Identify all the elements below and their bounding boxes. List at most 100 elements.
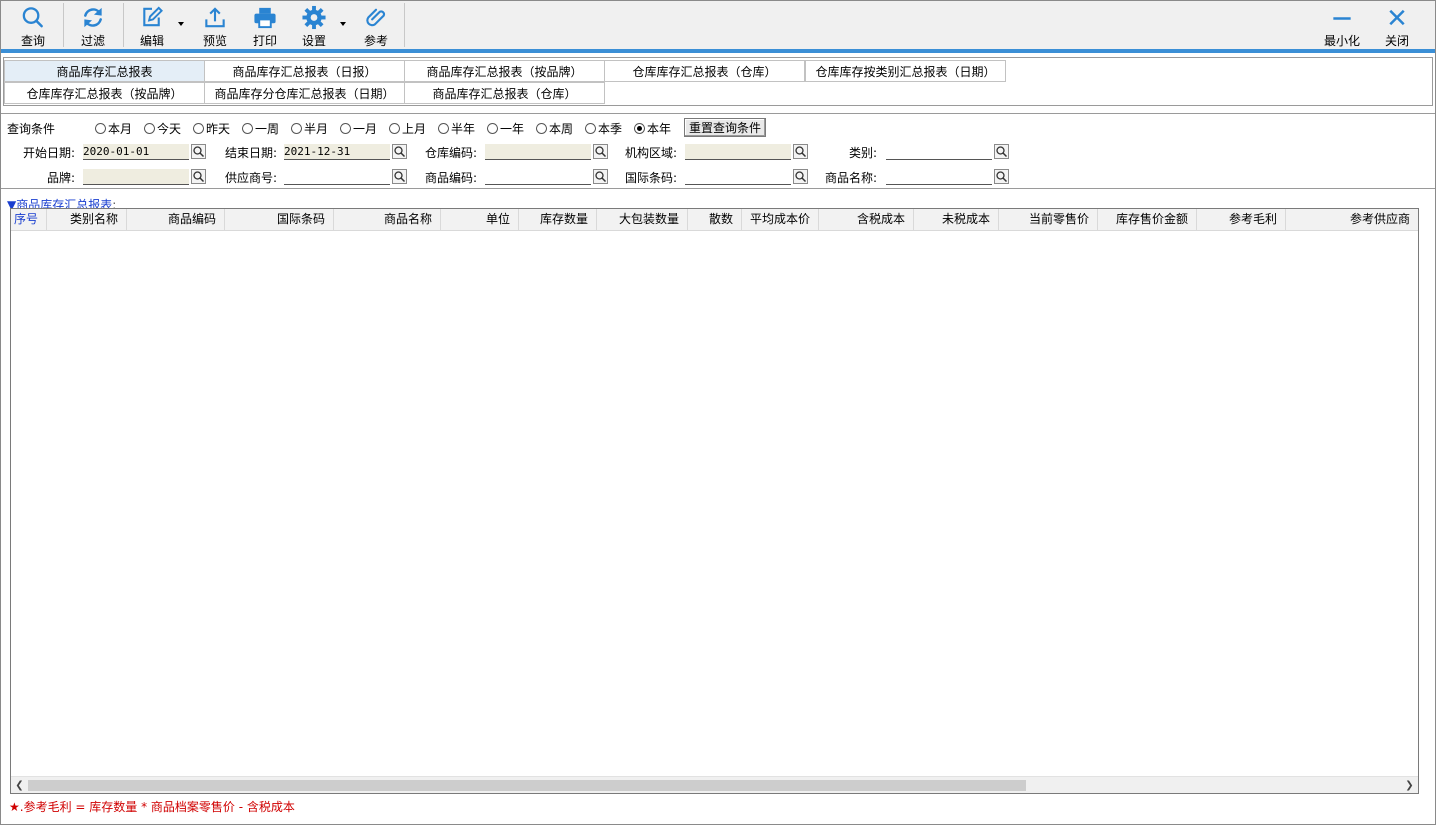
tab-warehouse-category-daily[interactable]: 仓库库存按类别汇总报表（日期） (805, 60, 1006, 82)
radio-this-quarter[interactable]: 本季 (585, 120, 622, 137)
start-date-field[interactable]: 2020-01-01 (83, 144, 189, 160)
col-header-ref-gross-profit[interactable]: 参考毛利 (1197, 209, 1286, 231)
radio-dot-selected[interactable] (634, 123, 645, 134)
radio-dot[interactable] (340, 123, 351, 134)
radio-one-month[interactable]: 一月 (340, 120, 377, 137)
edit-label: 编辑 (139, 34, 164, 48)
col-header-barcode[interactable]: 国际条码 (225, 209, 334, 231)
col-header-stock-qty[interactable]: 库存数量 (519, 209, 597, 231)
radio-dot[interactable] (242, 123, 253, 134)
tab-stock-summary-warehouse[interactable]: 商品库存汇总报表（仓库） (404, 82, 605, 104)
col-header-avg-cost[interactable]: 平均成本价 (742, 209, 819, 231)
edit-icon (143, 6, 163, 27)
radio-this-year[interactable]: 本年 (634, 120, 671, 137)
reset-query-button[interactable]: 重置查询条件 (684, 118, 766, 137)
col-header-unit[interactable]: 单位 (441, 209, 519, 231)
radio-dot[interactable] (438, 123, 449, 134)
supplier-no-lookup-button[interactable] (392, 169, 407, 184)
tab-stock-summary-brand[interactable]: 商品库存汇总报表（按品牌） (404, 60, 605, 82)
brand-field[interactable] (83, 169, 189, 185)
query-panel: 查询条件 本月 今天 昨天 一周 半月 一月 上月 半年 一年 本周 本季 本年… (1, 113, 1435, 189)
filter-button[interactable]: 过滤 (65, 1, 121, 49)
query-label: 查询 (20, 34, 45, 48)
end-date-lookup-button[interactable] (392, 144, 407, 159)
radio-one-week[interactable]: 一周 (242, 120, 279, 137)
tab-stock-summary[interactable]: 商品库存汇总报表 (4, 60, 205, 82)
col-header-pretax-cost[interactable]: 未税成本 (914, 209, 999, 231)
reference-button[interactable]: 参考 (351, 1, 401, 49)
category-lookup-button[interactable] (994, 144, 1009, 159)
tab-warehouse-brand[interactable]: 仓库库存汇总报表（按品牌） (4, 82, 205, 104)
warehouse-code-lookup-button[interactable] (593, 144, 608, 159)
barcode-lookup-button[interactable] (793, 169, 808, 184)
scroll-left-icon[interactable]: ❮ (11, 777, 28, 793)
radio-dot[interactable] (389, 123, 400, 134)
radio-dot[interactable] (585, 123, 596, 134)
horizontal-scrollbar[interactable]: ❮ ❯ (11, 776, 1418, 793)
tab-warehouse-summary[interactable]: 仓库库存汇总报表（仓库） (604, 60, 805, 82)
supplier-no-field[interactable] (284, 169, 390, 185)
settings-dropdown-caret[interactable] (340, 22, 346, 26)
barcode-field[interactable] (685, 169, 791, 185)
preview-label: 预览 (202, 34, 227, 48)
col-header-pack-qty[interactable]: 大包装数量 (597, 209, 688, 231)
radio-dot[interactable] (291, 123, 302, 134)
radio-this-week[interactable]: 本周 (536, 120, 573, 137)
radio-last-month[interactable]: 上月 (389, 120, 426, 137)
col-header-retail-price[interactable]: 当前零售价 (999, 209, 1098, 231)
col-header-loose-qty[interactable]: 散数 (688, 209, 742, 231)
org-region-lookup-button[interactable] (793, 144, 808, 159)
end-date-field[interactable]: 2021-12-31 (284, 144, 390, 160)
grid-header: 序号 类别名称 商品编码 国际条码 商品名称 单位 库存数量 大包装数量 散数 … (11, 209, 1418, 231)
radio-half-year[interactable]: 半年 (438, 120, 475, 137)
edit-dropdown-caret[interactable] (178, 22, 184, 26)
col-header-category-name[interactable]: 类别名称 (47, 209, 127, 231)
col-header-ref-supplier[interactable]: 参考供应商 (1286, 209, 1418, 231)
radio-half-month[interactable]: 半月 (291, 120, 328, 137)
radio-dot[interactable] (144, 123, 155, 134)
radio-one-year[interactable]: 一年 (487, 120, 524, 137)
magnifier-icon (996, 171, 1008, 183)
radio-label: 本年 (647, 122, 672, 136)
product-code-lookup-button[interactable] (593, 169, 608, 184)
magnifier-icon (795, 146, 807, 158)
brand-lookup-button[interactable] (191, 169, 206, 184)
start-date-lookup-button[interactable] (191, 144, 206, 159)
tab-stock-summary-daily[interactable]: 商品库存汇总报表（日报） (204, 60, 405, 82)
col-header-seq[interactable]: 序号 (11, 209, 47, 231)
query-button[interactable]: 查询 (5, 1, 61, 49)
preview-button[interactable]: 预览 (189, 1, 241, 49)
product-name-lookup-button[interactable] (994, 169, 1009, 184)
col-header-tax-cost[interactable]: 含税成本 (819, 209, 914, 231)
print-button[interactable]: 打印 (239, 1, 291, 49)
product-name-field[interactable] (886, 169, 992, 185)
radio-label: 一月 (353, 122, 378, 136)
col-header-product-name[interactable]: 商品名称 (334, 209, 441, 231)
radio-dot[interactable] (95, 123, 106, 134)
reference-label: 参考 (363, 34, 388, 48)
category-field[interactable] (886, 144, 992, 160)
radio-dot[interactable] (536, 123, 547, 134)
footnote-text: .参考毛利 = 库存数量 * 商品档案零售价 - 含税成本 (19, 800, 295, 814)
magnifier-icon (595, 171, 607, 183)
radio-dot[interactable] (193, 123, 204, 134)
tab-stock-by-warehouse-daily[interactable]: 商品库存分仓库汇总报表（日期） (204, 82, 405, 104)
settings-button[interactable]: 设置 (289, 1, 339, 49)
minimize-button[interactable]: 最小化 (1317, 1, 1367, 49)
col-header-product-code[interactable]: 商品编码 (127, 209, 225, 231)
warehouse-code-field[interactable] (485, 144, 591, 160)
radio-this-month[interactable]: 本月 (95, 120, 132, 137)
product-code-field[interactable] (485, 169, 591, 185)
magnifier-icon (595, 146, 607, 158)
query-title: 查询条件 (7, 122, 56, 136)
data-grid[interactable]: 序号 类别名称 商品编码 国际条码 商品名称 单位 库存数量 大包装数量 散数 … (10, 208, 1419, 794)
col-header-stock-sales-amount[interactable]: 库存售价金额 (1098, 209, 1197, 231)
scroll-right-icon[interactable]: ❯ (1401, 777, 1418, 793)
edit-button[interactable]: 编辑 (127, 1, 177, 49)
org-region-field[interactable] (685, 144, 791, 160)
radio-yesterday[interactable]: 昨天 (193, 120, 230, 137)
radio-dot[interactable] (487, 123, 498, 134)
radio-today[interactable]: 今天 (144, 120, 181, 137)
scrollbar-thumb[interactable] (28, 780, 1026, 791)
close-button[interactable]: 关闭 (1373, 1, 1421, 49)
